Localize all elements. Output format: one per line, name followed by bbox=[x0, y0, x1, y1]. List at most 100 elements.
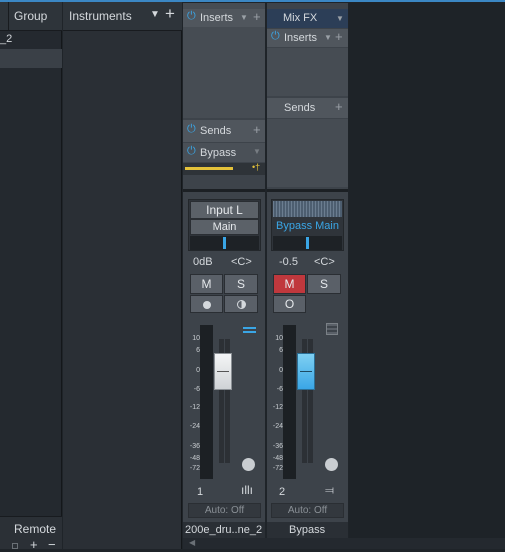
volume-fader-2[interactable] bbox=[297, 353, 315, 390]
scale-label: -36 bbox=[189, 443, 200, 450]
sends-label-1: Sends bbox=[200, 125, 232, 137]
channel-number-2: 2 bbox=[279, 486, 286, 498]
pan-slider-2[interactable] bbox=[273, 236, 342, 250]
group-header-label[interactable]: Group bbox=[14, 9, 47, 23]
sends-header-2[interactable]: Sends + bbox=[267, 98, 348, 118]
inserts-header-1[interactable]: ⏻ Inserts ▼ + bbox=[183, 9, 265, 27]
bypass-dropdown-icon[interactable]: ▼ bbox=[253, 147, 261, 156]
fader-line bbox=[217, 371, 229, 372]
channel-mode-icon[interactable] bbox=[243, 327, 256, 333]
input-selector-1[interactable]: Input L bbox=[190, 201, 259, 219]
output-selector-1[interactable]: Main bbox=[190, 219, 259, 235]
power-icon[interactable]: ⏻ bbox=[187, 123, 196, 136]
inserts-label-1: Inserts bbox=[200, 12, 234, 24]
strip-divider bbox=[183, 189, 265, 192]
add-instrument-icon[interactable]: + bbox=[165, 4, 175, 24]
record-button-1[interactable] bbox=[190, 295, 223, 313]
group-row[interactable]: _2 bbox=[0, 31, 62, 48]
pan-readout-1[interactable]: <C> bbox=[231, 256, 252, 268]
automation-button-2[interactable]: Auto: Off bbox=[271, 503, 344, 518]
add-send-icon[interactable]: + bbox=[253, 122, 261, 137]
channel-name-bar-1[interactable]: 200e_dru..ne_2 bbox=[183, 522, 265, 538]
monitor-button-1[interactable] bbox=[224, 295, 258, 313]
scale-label: -48 bbox=[272, 455, 283, 462]
inserts-area-2 bbox=[267, 48, 348, 96]
channel-name-2: Bypass bbox=[289, 524, 326, 536]
output-toggle-2[interactable]: O bbox=[273, 295, 306, 313]
output-selector-2[interactable]: Bypass Main bbox=[273, 218, 342, 234]
remote-footer: Remote + − bbox=[0, 516, 62, 552]
inserts-header-2[interactable]: ⏻ Inserts ▼ + bbox=[267, 29, 348, 47]
scale-label: -12 bbox=[189, 404, 200, 411]
pan-readout-2[interactable]: <C> bbox=[314, 256, 335, 268]
add-insert-icon[interactable]: + bbox=[253, 9, 261, 24]
io-box-2: Bypass Main bbox=[271, 199, 344, 251]
power-icon[interactable]: ⏻ bbox=[187, 145, 196, 158]
send-level-bar[interactable] bbox=[185, 167, 233, 170]
instruments-panel: Instruments ▼ + bbox=[63, 0, 182, 549]
add-icon[interactable]: + bbox=[30, 537, 38, 552]
inserts-label-2: Inserts bbox=[284, 32, 318, 44]
group-row-selected[interactable] bbox=[0, 49, 62, 68]
power-icon[interactable]: ⏻ bbox=[271, 30, 280, 43]
instruments-dropdown-icon[interactable]: ▼ bbox=[150, 9, 160, 20]
pan-knob-1[interactable] bbox=[242, 458, 255, 471]
automation-button-1[interactable]: Auto: Off bbox=[188, 503, 261, 518]
scale-label: -36 bbox=[272, 443, 283, 450]
mixfx-dropdown-icon[interactable]: ▼ bbox=[336, 14, 344, 23]
solo-button-1[interactable]: S bbox=[224, 274, 258, 294]
group-header: Group bbox=[0, 0, 62, 31]
window-top-border bbox=[0, 0, 505, 2]
add-insert-icon[interactable]: + bbox=[335, 29, 343, 44]
sends-header-1[interactable]: ⏻ Sends + bbox=[183, 120, 265, 142]
solo-button-2[interactable]: S bbox=[307, 274, 341, 294]
power-icon[interactable]: ⏻ bbox=[187, 10, 196, 23]
pan-slider-1[interactable] bbox=[190, 236, 259, 250]
volume-readout-2[interactable]: -0.5 bbox=[279, 256, 298, 268]
instruments-header: Instruments ▼ + bbox=[63, 0, 182, 31]
scale-label: -12 bbox=[272, 404, 283, 411]
inserts-dropdown-icon[interactable]: ▼ bbox=[240, 13, 248, 22]
scale-label: -24 bbox=[272, 423, 283, 430]
group-row-label: _2 bbox=[0, 33, 13, 45]
sends-label-2: Sends bbox=[284, 102, 316, 114]
bypass-send-label: Bypass bbox=[200, 147, 237, 159]
scale-label: 6 bbox=[279, 347, 283, 354]
scroll-left-icon[interactable]: ◀ bbox=[189, 538, 195, 547]
remote-label[interactable]: Remote bbox=[14, 522, 56, 536]
pan-indicator bbox=[306, 237, 309, 249]
inserts-dropdown-icon[interactable]: ▼ bbox=[324, 33, 332, 42]
channel-number-1: 1 bbox=[197, 486, 204, 498]
channel-mode-icon[interactable] bbox=[326, 323, 338, 335]
scale-label: 0 bbox=[279, 367, 283, 374]
mixfx-label: Mix FX bbox=[283, 12, 318, 24]
mute-button-1[interactable]: M bbox=[190, 274, 223, 294]
sends-area-2 bbox=[267, 119, 348, 187]
fader-line bbox=[300, 371, 312, 372]
group-panel: Group _2 Remote + − bbox=[0, 0, 62, 552]
instruments-label: Instruments bbox=[69, 9, 132, 23]
mute-button-2[interactable]: M bbox=[273, 274, 306, 294]
scale-label: 10 bbox=[275, 335, 283, 342]
channel-strip-2: Mix FX ▼ ⏻ Inserts ▼ + Sends + Bypass Ma… bbox=[267, 3, 348, 538]
scale-label: -72 bbox=[272, 465, 283, 472]
add-send-icon[interactable]: + bbox=[335, 99, 343, 114]
pan-knob-2[interactable] bbox=[325, 458, 338, 471]
horizontal-scrollbar[interactable]: ◀ bbox=[183, 538, 505, 549]
channel-name-bar-2[interactable]: Bypass bbox=[267, 522, 348, 538]
header-divider bbox=[8, 0, 9, 31]
volume-readout-1[interactable]: 0dB bbox=[193, 256, 213, 268]
bypass-send-1[interactable]: ⏻ Bypass ▼ bbox=[183, 143, 265, 162]
monitor-icon bbox=[237, 300, 246, 309]
remote-checkbox[interactable] bbox=[12, 543, 18, 549]
empty-mixer-area bbox=[349, 3, 505, 538]
scale-label: 10 bbox=[192, 335, 200, 342]
send-pre-post-icon[interactable]: •† bbox=[252, 162, 260, 172]
volume-fader-1[interactable] bbox=[214, 353, 232, 390]
scale-label: 6 bbox=[196, 347, 200, 354]
io-box-1: Input L Main bbox=[188, 199, 261, 251]
inserts-area-1: ⏻ Inserts ▼ + bbox=[183, 3, 265, 118]
scale-label: -48 bbox=[189, 455, 200, 462]
remove-icon[interactable]: − bbox=[48, 537, 56, 552]
mixfx-header[interactable]: Mix FX ▼ bbox=[267, 9, 348, 28]
